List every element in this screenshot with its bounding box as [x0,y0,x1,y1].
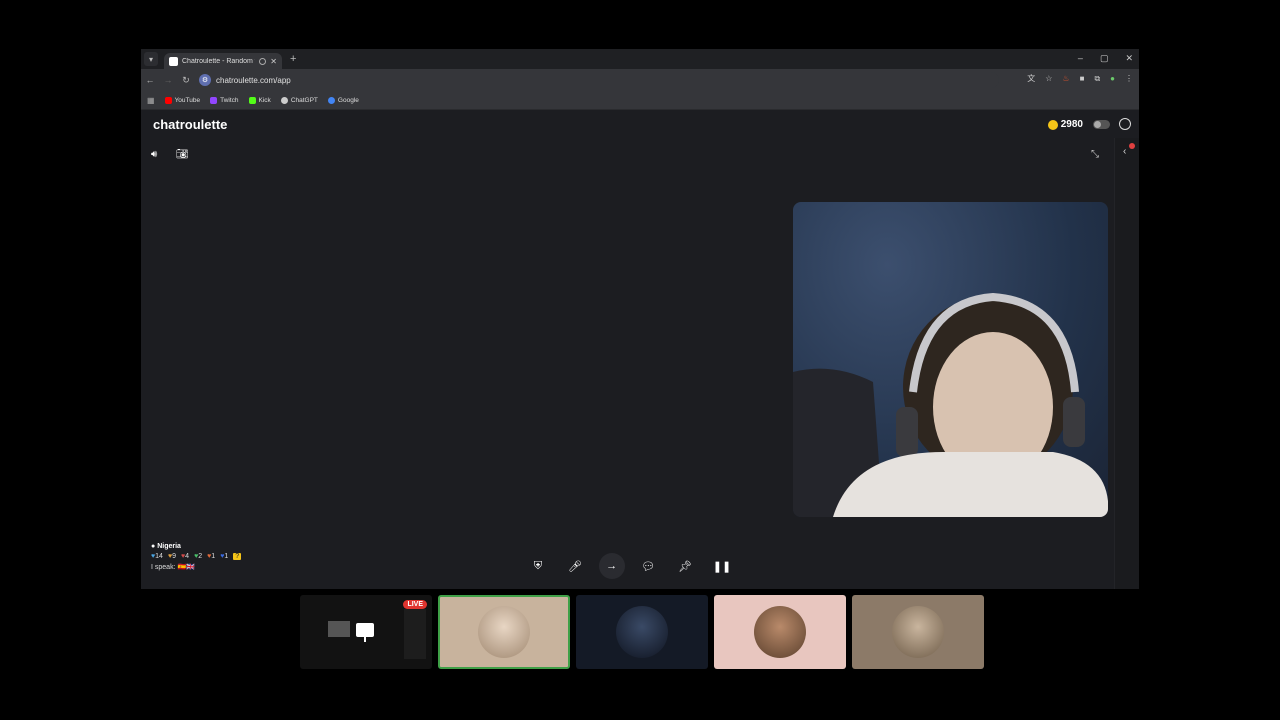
bookmarks-bar: ▦ YouTube Twitch Kick ChatGPT Google [141,91,1139,110]
thumbnail-2-selected[interactable] [438,595,570,669]
address-bar[interactable]: ⚙ chatroulette.com/app [199,72,999,88]
bookmark-kick[interactable]: Kick [248,96,271,104]
thumbnail-avatar [616,606,668,658]
forward-icon[interactable]: → [159,75,177,85]
chat-panel-chevron-icon[interactable]: ‹ [1123,146,1126,157]
navigation-bar: ← → ↻ ⚙ chatroulette.com/app 文 ☆ ♨ ■ ⧉ ●… [141,69,1139,91]
app-logo[interactable]: chatroulette [153,117,227,132]
thumbnail-4[interactable] [714,595,846,669]
stat-5-value: 1 [211,553,216,560]
self-camera-image [793,292,1108,517]
browser-menu-icon[interactable]: ⋮ [1125,74,1133,83]
translate-icon[interactable]: 文 [1027,73,1035,84]
title-bar: ▾ Chatroulette - Random vid ✕ + – ▢ ✕ [141,49,1139,69]
stat-1: ♥14 [151,553,163,560]
url-text: chatroulette.com/app [216,75,291,85]
stat-2-value: 9 [172,553,177,560]
next-partner-button[interactable]: → [598,553,625,579]
new-tab-button[interactable]: + [290,53,296,65]
window-controls: – ▢ ✕ [1078,53,1133,64]
bookmark-google[interactable]: Google [327,96,359,104]
bookmark-label: YouTube [174,96,201,104]
bookmark-label: Twitch [220,96,239,104]
coin-count: 2980 [1060,119,1083,130]
country-flag-icon: ● [151,543,156,550]
extension-flame-icon[interactable]: ♨ [1062,74,1069,83]
stat-1-value: 14 [155,553,163,560]
bookmark-label: ChatGPT [290,96,318,104]
apps-grid-icon[interactable]: ▦ [147,96,155,105]
stat-3-value: 4 [185,553,190,560]
minimize-video-icon[interactable]: ⤡ [1091,149,1099,160]
partner-info: ● Nigeria ♥14 ♥9 ♥4 ♥2 ♥1 ♥1 ? I speak: … [151,543,242,571]
thumbnail-avatar [754,606,806,658]
maximize-button[interactable]: ▢ [1100,53,1109,64]
youtube-icon [164,96,172,104]
tab-chatroulette[interactable]: Chatroulette - Random vid ✕ [164,53,282,69]
camera-snapshot-icon[interactable]: 📷︎ [176,149,189,160]
coin-icon [1047,119,1058,130]
tab-search-icon[interactable]: ▾ [144,52,158,66]
thumbnail-3[interactable] [576,595,708,669]
account-icon[interactable] [1119,118,1131,130]
site-info-icon[interactable]: ⚙ [199,74,211,86]
back-icon[interactable]: ← [141,75,159,85]
bookmark-label: Kick [258,96,271,104]
shield-icon[interactable]: ⛨ [525,553,551,579]
stat-5: ♥1 [207,553,215,560]
extensions-puzzle-icon[interactable]: ⧉ [1094,74,1100,84]
partner-stats: ♥14 ♥9 ♥4 ♥2 ♥1 ♥1 ? [151,553,242,560]
pause-icon[interactable]: ❚❚ [709,553,735,579]
chatgpt-icon [280,96,288,104]
bookmark-star-icon[interactable]: ☆ [1045,74,1052,83]
stat-2: ♥9 [168,553,176,560]
kick-icon [248,96,256,104]
tab-title: Chatroulette - Random vid [182,57,255,65]
thumbnail-5[interactable] [852,595,984,669]
microphone-icon[interactable]: 🎤︎ [562,553,588,579]
chat-bubble-icon[interactable]: 💬︎ [635,553,661,579]
self-camera-view [793,202,1108,517]
toolbar-icons: 文 ☆ ♨ ■ ⧉ ● ⋮ [1027,73,1133,84]
rank-badge-icon: ? [233,553,242,560]
thumbnail-avatar [892,606,944,658]
speaker-icon[interactable]: 🔊︎ [151,149,157,160]
live-badge: LIVE [403,600,427,609]
close-window-button[interactable]: ✕ [1125,53,1133,64]
language-flags-icon: 🇪🇸︎🇬🇧︎ [177,564,195,571]
profile-icon[interactable]: ● [1110,74,1115,83]
bookmark-twitch[interactable]: Twitch [210,96,239,104]
video-thumbnail-strip: LIVE [300,595,984,669]
speak-label: I speak: [151,564,176,571]
bookmark-youtube[interactable]: YouTube [164,96,201,104]
tab-close-icon[interactable]: ✕ [270,57,277,66]
theme-toggle[interactable] [1093,120,1110,129]
bookmark-chatgpt[interactable]: ChatGPT [280,96,318,104]
google-icon [327,96,335,104]
partner-country: ● Nigeria [151,543,241,550]
stat-4: ♥2 [194,553,202,560]
thumbnail-live-stream[interactable]: LIVE [300,595,432,669]
twitch-icon [210,96,218,104]
bookmark-label: Google [337,96,359,104]
partner-languages: I speak: 🇪🇸︎🇬🇧︎ [151,563,241,571]
side-panel: ‹ [1114,138,1139,589]
stat-6-value: 1 [224,553,229,560]
notification-badge [1129,143,1135,149]
coin-balance[interactable]: 2980 [1047,119,1083,130]
stat-6: ♥1 [220,553,228,560]
stat-4-value: 2 [198,553,203,560]
minimize-button[interactable]: – [1078,53,1083,64]
stat-3: ♥4 [181,553,189,560]
country-name: Nigeria [157,543,181,550]
pin-icon[interactable]: 📌︎ [672,553,698,579]
extension-square-icon[interactable]: ■ [1080,74,1085,83]
reload-icon[interactable]: ↻ [177,75,195,86]
recording-icon [259,57,267,65]
browser-window: ▾ Chatroulette - Random vid ✕ + – ▢ ✕ ← … [141,49,1139,589]
call-controls: ⛨ 🎤︎ → 💬︎ 📌︎ ❚❚ [525,553,735,579]
chatroulette-app: chatroulette 2980 🔊︎ 📷︎ ⤡ ‹ ● Nigeria ♥1… [141,111,1139,589]
chatroulette-favicon-icon [169,56,178,66]
thumbnail-avatar [478,606,530,658]
